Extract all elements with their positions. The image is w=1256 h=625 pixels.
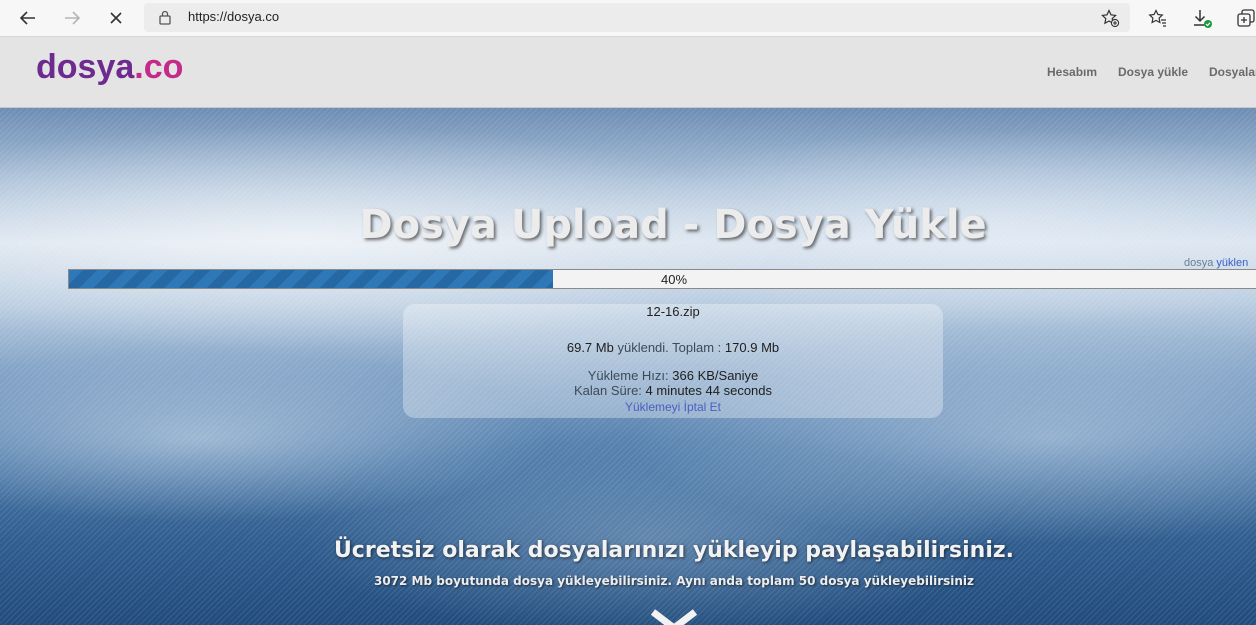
nav-link-files[interactable]: Dosyalar [1209,65,1256,79]
address-bar[interactable]: https://dosya.co [144,3,1130,32]
hero-tagline: Ücretsiz olarak dosyalarınızı yükleyip p… [333,538,1015,563]
nav-link-upload[interactable]: Dosya yükle [1118,65,1188,79]
lock-icon[interactable] [158,10,172,29]
favorites-list-icon [1148,9,1166,27]
download-icon [1194,10,1212,28]
uploaded-size-line: 69.7 Mb yüklendi. Toplam : 170.9 Mb [566,340,780,355]
upload-file-name: 12-16.zip [646,304,700,319]
downloads-button[interactable] [1188,4,1216,32]
side-hint-link[interactable]: yüklen [1216,257,1248,269]
favorites-button[interactable] [1144,4,1172,32]
upload-speed-line: Yükleme Hızı: 366 KB/Saniye [587,368,759,383]
url-text[interactable]: https://dosya.co [188,9,279,24]
page-title: Dosya Upload - Dosya Yükle [359,202,987,248]
hero-section: Dosya Upload - Dosya Yükle dosya yüklen … [0,108,1256,625]
hero-subline: 3072 Mb boyutunda dosya yükleyebilirsini… [373,574,975,588]
arrow-right-icon [65,11,81,25]
site-header: dosya.co Hesabım Dosya yükle Dosyalar [0,37,1256,108]
stop-button[interactable] [102,4,130,32]
chevron-down-icon [650,609,698,625]
scroll-down-button[interactable] [650,608,698,625]
collections-button[interactable] [1232,4,1256,32]
nav-link-account[interactable]: Hesabım [1047,65,1097,79]
site-logo[interactable]: dosya.co [36,48,183,87]
close-icon [110,12,122,24]
forward-button[interactable] [58,4,86,32]
arrow-left-icon [19,11,35,25]
star-plus-icon[interactable] [1100,8,1120,32]
cancel-upload-link[interactable]: Yüklemeyi İptal Et [403,400,943,414]
back-button[interactable] [14,4,42,32]
upload-progress-label: 40% [660,272,688,287]
upload-info-panel: 69.7 Mb yüklendi. Toplam : 170.9 Mb Yükl… [403,304,943,418]
remaining-time-line: Kalan Süre: 4 minutes 44 seconds [573,383,773,398]
browser-toolbar: https://dosya.co [0,0,1256,37]
upload-progress-bar: 40% [68,269,1256,289]
side-hint: dosya yüklen [1184,257,1249,269]
collections-icon [1237,9,1255,27]
upload-progress-fill [69,270,554,288]
